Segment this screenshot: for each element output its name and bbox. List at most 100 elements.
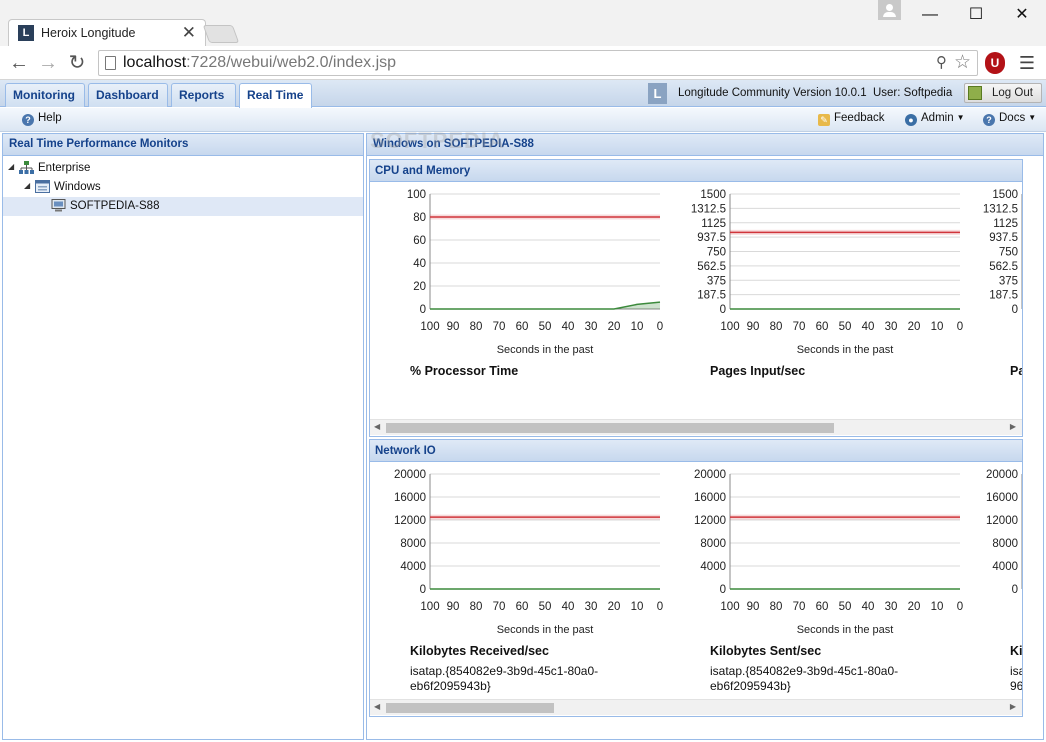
y-tick-label: 20000	[394, 469, 426, 481]
y-tick-label: 1125	[701, 218, 726, 230]
bookmark-star-icon[interactable]: ☆	[954, 51, 971, 74]
x-tick-label: 10	[631, 601, 644, 613]
scroll-right-icon[interactable]: ▶	[1010, 702, 1016, 711]
tree-node-softpedia-s88[interactable]: SOFTPEDIA-S88	[3, 197, 363, 216]
page-icon	[105, 56, 116, 70]
x-tick-label: 80	[770, 601, 783, 613]
logout-button[interactable]: Log Out	[964, 83, 1042, 103]
profile-icon[interactable]	[878, 0, 901, 20]
y-tick-label: 1500	[700, 189, 726, 201]
x-tick-label: 100	[420, 601, 439, 613]
x-tick-label: 100	[720, 601, 739, 613]
y-tick-label: 187.5	[697, 290, 726, 302]
cpu-memory-section: CPU and Memory 0 20 40 60 80 100 100 90 80 70 60 50…	[369, 159, 1023, 437]
admin-label: Admin	[921, 112, 954, 124]
scroll-left-icon[interactable]: ◀	[374, 422, 380, 431]
y-tick-label: 16000	[394, 492, 426, 504]
ublock-extension-icon[interactable]: U	[985, 52, 1005, 74]
tree-node-windows[interactable]: ◢ Windows	[3, 178, 363, 197]
scrollbar-thumb[interactable]	[386, 423, 834, 433]
version-user-info: Longitude Community Version 10.0.1 User:…	[678, 87, 952, 99]
tree-expanded-icon[interactable]: ◢	[8, 162, 14, 171]
y-tick-label: 12000	[394, 515, 426, 527]
x-tick-label: 70	[793, 321, 806, 333]
chart-subtitle-partial-ki: isa 96	[1010, 664, 1023, 693]
x-tick-label: 90	[747, 601, 760, 613]
maximize-icon[interactable]: ☐	[954, 2, 998, 28]
x-tick-label: 0	[657, 601, 663, 613]
x-tick-label: 60	[516, 601, 529, 613]
x-tick-label: 40	[862, 601, 875, 613]
tab-reports[interactable]: Reports	[171, 83, 236, 107]
docs-menu-button[interactable]: ? Docs ▼	[983, 112, 1036, 126]
close-window-icon[interactable]: ✕	[1000, 2, 1044, 28]
x-tick-label: 40	[562, 321, 575, 333]
tab-monitoring[interactable]: Monitoring	[5, 83, 85, 107]
reload-icon[interactable]: ↻	[64, 50, 90, 76]
feedback-button[interactable]: ✎ Feedback	[818, 112, 885, 126]
tab-dashboard[interactable]: Dashboard	[88, 83, 168, 107]
chart-title-kilobytes-received: Kilobytes Received/sec	[410, 644, 549, 658]
tab-close-icon[interactable]: ✕	[182, 23, 196, 43]
x-tick-label: 80	[470, 601, 483, 613]
chart-title-partial-pa: Pa	[1010, 364, 1022, 378]
tree-label-enterprise: Enterprise	[38, 162, 91, 174]
url-text[interactable]: localhost:7228/webui/web2.0/index.jsp	[123, 54, 396, 72]
address-bar[interactable]: localhost:7228/webui/web2.0/index.jsp ⚲ …	[98, 50, 978, 76]
key-icon[interactable]: ⚲	[936, 53, 947, 71]
x-tick-label: 90	[447, 601, 460, 613]
scroll-left-icon[interactable]: ◀	[374, 702, 380, 711]
x-tick-label: 30	[585, 321, 598, 333]
version-text: Longitude Community Version 10.0.1	[678, 87, 867, 99]
y-tick-label: 16000	[694, 492, 726, 504]
y-tick-label: 0	[720, 584, 726, 596]
cpu-memory-horizontal-scrollbar[interactable]: ◀ ▶	[370, 419, 1022, 435]
url-path: :7228/webui/web2.0/index.jsp	[186, 54, 397, 71]
tab-title: Heroix Longitude	[41, 26, 136, 40]
y-tick-label: 12000	[986, 515, 1018, 527]
help-button[interactable]: ? Help	[22, 112, 62, 126]
chevron-down-icon: ▼	[956, 113, 965, 122]
x-tick-label: 50	[539, 601, 552, 613]
forward-arrow-icon[interactable]: →	[35, 50, 61, 76]
admin-menu-button[interactable]: ● Admin ▼	[905, 112, 965, 126]
longitude-logo-icon: L	[648, 83, 667, 104]
back-arrow-icon[interactable]: ←	[6, 50, 32, 76]
tab-real-time[interactable]: Real Time	[239, 83, 312, 108]
user-text: User: Softpedia	[872, 87, 953, 99]
user-icon: ●	[905, 114, 917, 126]
network-io-horizontal-scrollbar[interactable]: ◀ ▶	[370, 699, 1022, 715]
x-tick-label: 0	[957, 321, 963, 333]
chart-title-processor-time: % Processor Time	[410, 364, 519, 378]
y-tick-label: 16000	[986, 492, 1018, 504]
browser-menu-icon[interactable]: ☰	[1016, 51, 1038, 75]
y-tick-label: 20	[413, 281, 426, 293]
x-tick-label: 10	[931, 321, 944, 333]
tree-expanded-icon[interactable]: ◢	[24, 181, 30, 190]
minimize-icon[interactable]: —	[908, 2, 952, 28]
help-label: Help	[38, 112, 62, 124]
x-tick-label: 90	[747, 321, 760, 333]
y-tick-label: 1312.5	[691, 203, 726, 215]
y-tick-label: 60	[413, 235, 426, 247]
y-tick-label: 937.5	[989, 232, 1018, 244]
y-tick-label: 375	[707, 275, 726, 287]
browser-tab[interactable]: L Heroix Longitude ✕	[8, 19, 206, 46]
x-tick-label: 10	[631, 321, 644, 333]
x-tick-label: 40	[862, 321, 875, 333]
scrollbar-thumb[interactable]	[386, 703, 554, 713]
x-tick-label: 50	[839, 601, 852, 613]
x-tick-label: 60	[516, 321, 529, 333]
x-tick-label: 40	[562, 601, 575, 613]
x-tick-label: 100	[720, 321, 739, 333]
y-tick-label: 375	[999, 275, 1018, 287]
monitors-tree-panel: Real Time Performance Monitors ◢ Enterpr…	[2, 133, 364, 740]
realtime-monitor-panel: Windows on SOFTPEDIA-S88 CPU and Memory …	[366, 133, 1044, 740]
x-tick-label: 30	[885, 321, 898, 333]
scroll-right-icon[interactable]: ▶	[1010, 422, 1016, 431]
tree-node-enterprise[interactable]: ◢ Enterprise	[3, 159, 363, 178]
docs-help-icon: ?	[983, 114, 995, 126]
chart-title-kilobytes-sent: Kilobytes Sent/sec	[710, 644, 822, 658]
logout-icon	[968, 86, 982, 100]
new-tab-button[interactable]	[202, 25, 240, 43]
